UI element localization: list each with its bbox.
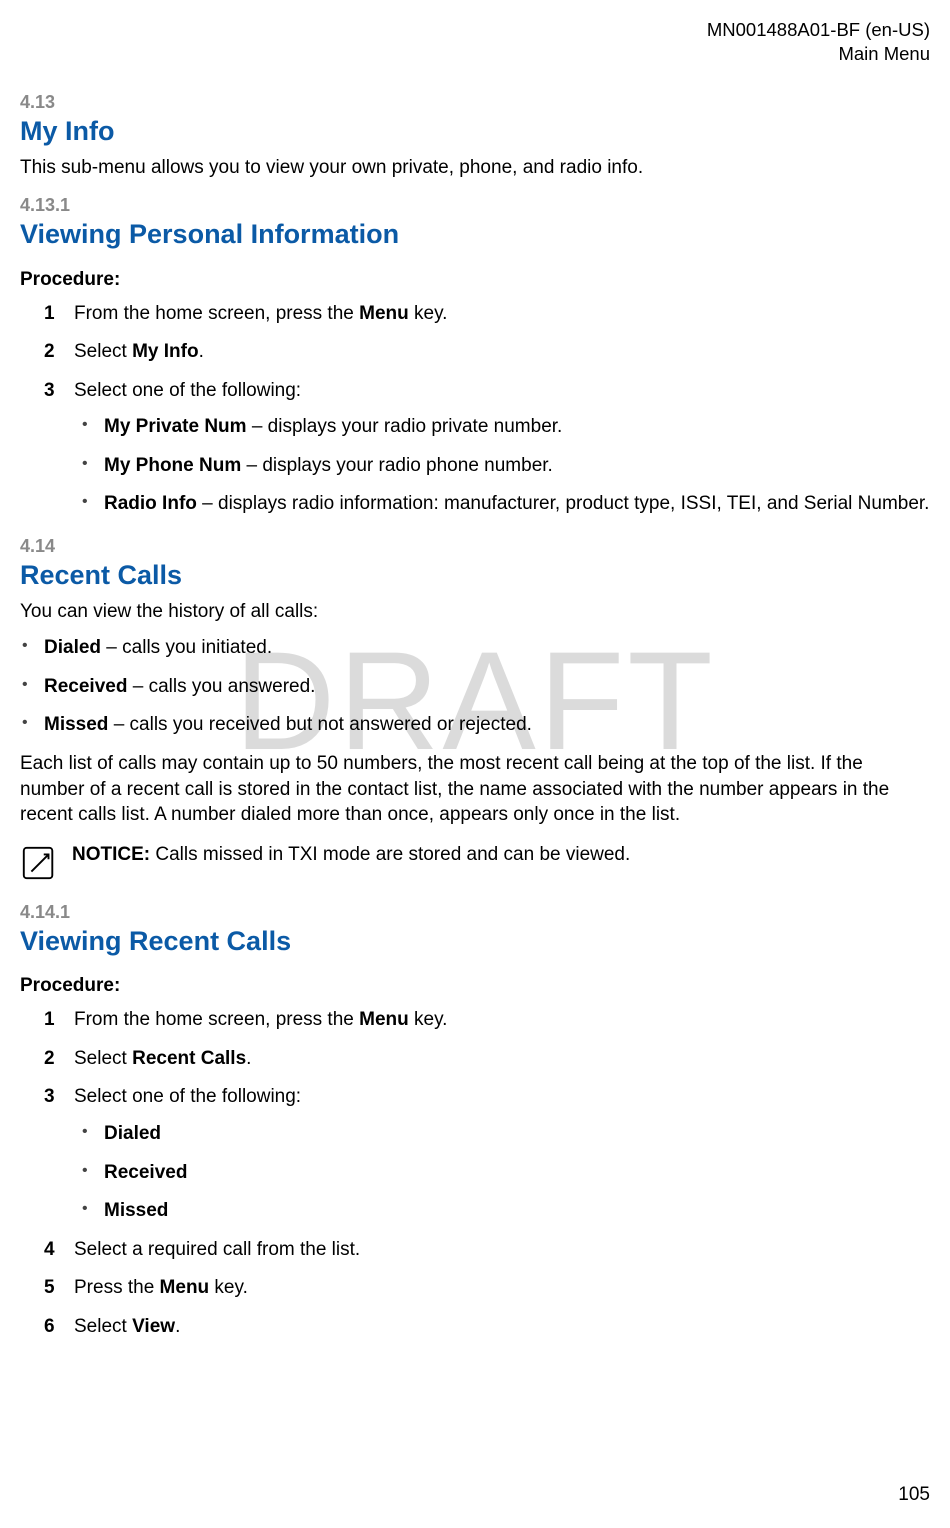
step-text: From the home screen, press the	[74, 303, 359, 324]
bullet-dialed: Dialed – calls you initiated.	[20, 635, 930, 662]
bullet-my-phone-num: My Phone Num – displays your radio phone…	[80, 453, 930, 480]
bullet-bold: My Private Num	[104, 416, 247, 437]
section-number-413: 4.13	[20, 92, 930, 113]
page-number: 105	[898, 1484, 930, 1506]
notice-label: NOTICE:	[72, 844, 150, 865]
step-text: key.	[409, 303, 448, 324]
step-4141-5: Press the Menu key.	[44, 1275, 930, 1302]
step-text: .	[246, 1048, 251, 1069]
section-number-414: 4.14	[20, 536, 930, 557]
bullet-dialed-option: Dialed	[80, 1121, 930, 1148]
bullet-text: – displays radio information: manufactur…	[197, 493, 930, 514]
section-number-4141: 4.14.1	[20, 902, 930, 923]
bullet-missed-option: Missed	[80, 1198, 930, 1225]
step-text: key.	[209, 1277, 248, 1298]
bullet-bold: Radio Info	[104, 493, 197, 514]
procedure-label-4131: Procedure:	[20, 269, 930, 291]
step-text: key.	[409, 1009, 448, 1030]
view-bold: View	[132, 1316, 175, 1337]
step-text: Select	[74, 1316, 132, 1337]
my-info-bold: My Info	[132, 341, 199, 362]
bullet-bold: Dialed	[104, 1123, 161, 1144]
step-text: Press the	[74, 1277, 160, 1298]
notice-body: Calls missed in TXI mode are stored and …	[150, 844, 630, 865]
section-title-recent-calls: Recent Calls	[20, 559, 930, 591]
section-path: Main Menu	[20, 42, 930, 66]
bullet-received-option: Received	[80, 1160, 930, 1187]
recent-calls-bold: Recent Calls	[132, 1048, 246, 1069]
step-4131-3: Select one of the following: My Private …	[44, 378, 930, 518]
page-header: MN001488A01-BF (en-US) Main Menu	[20, 18, 930, 66]
doc-id: MN001488A01-BF (en-US)	[20, 18, 930, 42]
notice-text: NOTICE: Calls missed in TXI mode are sto…	[72, 842, 630, 868]
bullet-bold: My Phone Num	[104, 455, 241, 476]
bullet-text: – calls you answered.	[127, 676, 315, 697]
step-text: Select one of the following:	[74, 380, 301, 401]
bullet-bold: Missed	[104, 1200, 168, 1221]
intro-413: This sub-menu allows you to view your ow…	[20, 155, 930, 181]
step-4141-2: Select Recent Calls.	[44, 1046, 930, 1073]
bullet-received: Received – calls you answered.	[20, 674, 930, 701]
section-title-my-info: My Info	[20, 115, 930, 147]
step-text: Select one of the following:	[74, 1086, 301, 1107]
bullet-text: – displays your radio phone number.	[241, 455, 553, 476]
notice-icon	[20, 844, 58, 882]
step-text: Select	[74, 1048, 132, 1069]
step-4131-2: Select My Info.	[44, 339, 930, 366]
bullet-text: – displays your radio private number.	[247, 416, 563, 437]
bullet-text: – calls you received but not answered or…	[108, 714, 532, 735]
step-4141-4: Select a required call from the list.	[44, 1237, 930, 1264]
bullet-radio-info: Radio Info – displays radio information:…	[80, 491, 930, 518]
menu-key-bold: Menu	[359, 303, 409, 324]
step-text: .	[199, 341, 204, 362]
step-text: .	[175, 1316, 180, 1337]
section-number-4131: 4.13.1	[20, 195, 930, 216]
bullet-text: – calls you initiated.	[101, 637, 272, 658]
intro-414: You can view the history of all calls:	[20, 599, 930, 625]
bullet-bold: Received	[44, 676, 127, 697]
notice-block: NOTICE: Calls missed in TXI mode are sto…	[20, 842, 930, 882]
bullet-bold: Received	[104, 1162, 187, 1183]
bullet-bold: Dialed	[44, 637, 101, 658]
step-text: Select a required call from the list.	[74, 1239, 360, 1260]
recent-calls-description: Each list of calls may contain up to 50 …	[20, 751, 930, 828]
bullet-bold: Missed	[44, 714, 108, 735]
menu-key-bold: Menu	[359, 1009, 409, 1030]
step-text: Select	[74, 341, 132, 362]
procedure-label-4141: Procedure:	[20, 975, 930, 997]
menu-key-bold: Menu	[160, 1277, 210, 1298]
bullet-missed: Missed – calls you received but not answ…	[20, 712, 930, 739]
bullet-my-private-num: My Private Num – displays your radio pri…	[80, 414, 930, 441]
step-4141-3: Select one of the following: Dialed Rece…	[44, 1084, 930, 1224]
step-4131-1: From the home screen, press the Menu key…	[44, 301, 930, 328]
section-title-viewing-recent-calls: Viewing Recent Calls	[20, 925, 930, 957]
step-4141-1: From the home screen, press the Menu key…	[44, 1007, 930, 1034]
step-4141-6: Select View.	[44, 1314, 930, 1341]
step-text: From the home screen, press the	[74, 1009, 359, 1030]
section-title-viewing-personal-information: Viewing Personal Information	[20, 218, 930, 250]
